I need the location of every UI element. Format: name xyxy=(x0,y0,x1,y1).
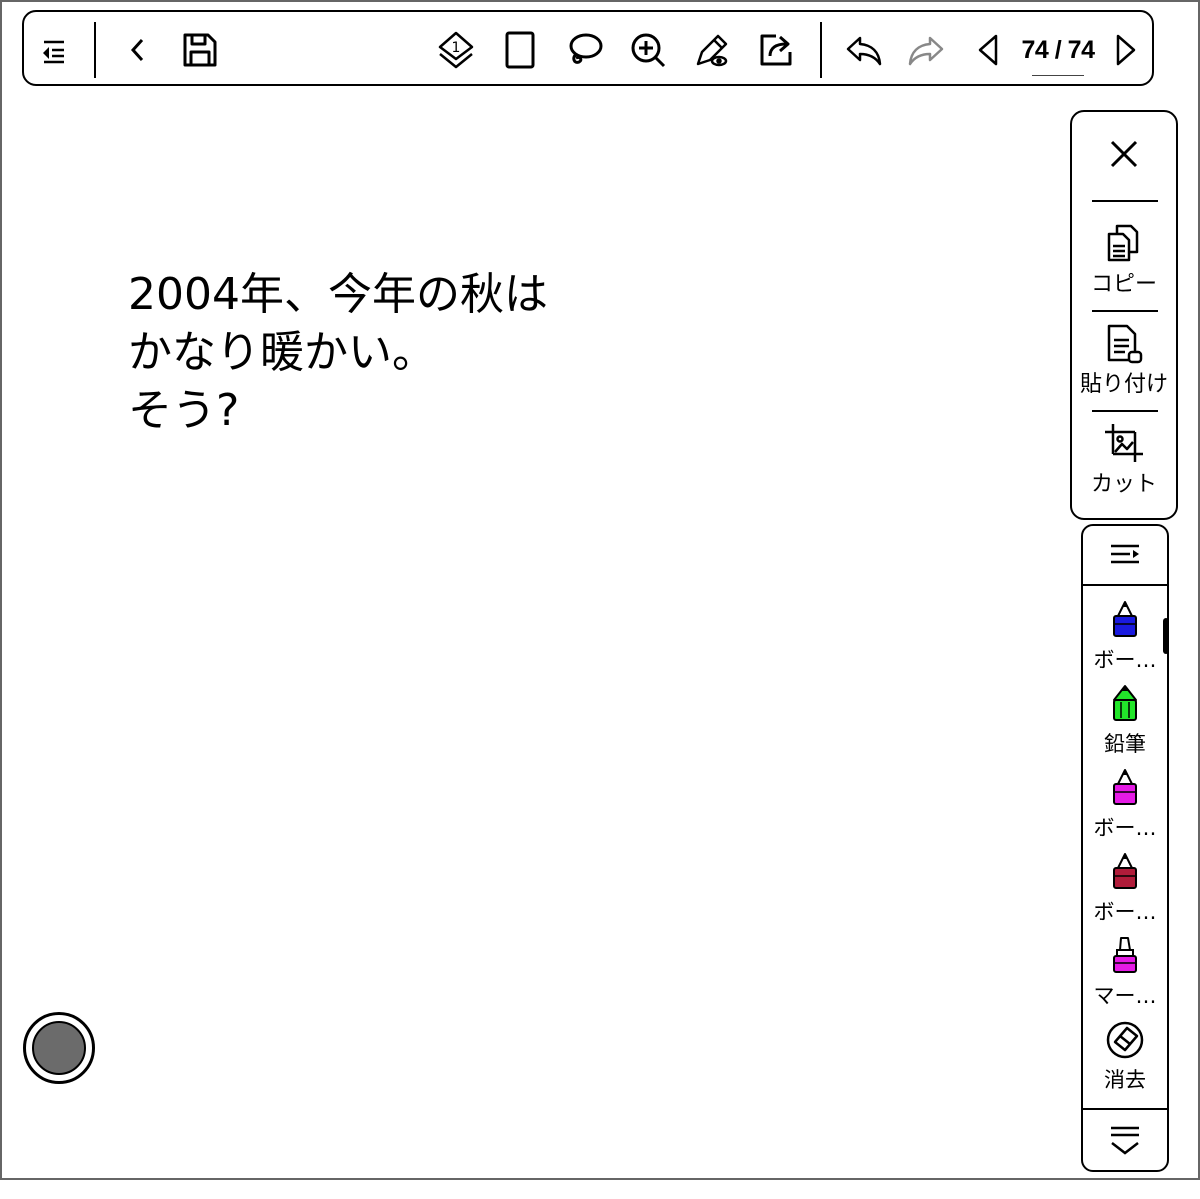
selection-menu: コピー 貼り付け カット xyxy=(1070,110,1178,520)
close-selection-button[interactable] xyxy=(1072,136,1176,172)
pencil-icon xyxy=(1113,685,1137,721)
copy-icon xyxy=(1107,224,1139,262)
copy-label: コピー xyxy=(1090,272,1157,297)
ballpoint-pen-icon xyxy=(1113,601,1137,637)
paste-button[interactable]: 貼り付け xyxy=(1072,322,1176,398)
crop-cut-icon xyxy=(1105,424,1143,462)
palette-scroll-indicator[interactable] xyxy=(1163,618,1169,654)
layers-icon[interactable]: 1 xyxy=(434,28,478,72)
note-line: そう? xyxy=(128,385,240,436)
note-line: かなり暖かい。 xyxy=(128,327,436,378)
palette-menu-icon xyxy=(1111,544,1139,564)
copy-button[interactable]: コピー xyxy=(1072,222,1176,298)
undo-icon[interactable] xyxy=(842,28,886,72)
tool-marker-magenta[interactable]: マー… xyxy=(1083,936,1167,1010)
eraser-icon xyxy=(1106,1021,1144,1059)
page-template-icon[interactable] xyxy=(498,28,542,72)
cut-label: カット xyxy=(1090,472,1157,497)
collapse-icon xyxy=(1111,1126,1139,1155)
tool-ballpoint-magenta[interactable]: ボー… xyxy=(1083,768,1167,842)
top-toolbar: 1 74 / 74 xyxy=(22,10,1154,86)
menu-divider xyxy=(1092,200,1158,202)
palette-divider xyxy=(1083,584,1167,586)
back-icon[interactable] xyxy=(116,28,160,72)
tool-ballpoint-red[interactable]: ボー… xyxy=(1083,852,1167,926)
next-page-icon[interactable] xyxy=(1104,28,1148,72)
close-icon xyxy=(1110,140,1138,168)
marker-icon xyxy=(1113,937,1137,973)
ballpoint-pen-icon xyxy=(1113,853,1137,889)
redo-icon[interactable] xyxy=(904,28,948,72)
palette-menu-button[interactable] xyxy=(1083,540,1167,570)
tool-label: ボー… xyxy=(1093,816,1157,840)
paste-icon xyxy=(1107,324,1143,364)
tool-palette: ボー… 鉛筆 ボー… ボー… マー… 消去 xyxy=(1081,524,1169,1172)
share-icon[interactable] xyxy=(754,28,798,72)
page-indicator[interactable]: 74 / 74 xyxy=(1020,32,1096,76)
zoom-in-icon[interactable] xyxy=(626,28,670,72)
page-indicator-text: 74 / 74 xyxy=(1021,36,1095,64)
note-canvas-text[interactable]: 2004年、今年の秋は かなり暖かい。 そう? xyxy=(128,266,548,440)
note-line: 2004年、今年の秋は xyxy=(128,269,548,320)
page-indicator-underline xyxy=(1032,75,1084,76)
tool-label: ボー… xyxy=(1093,648,1157,672)
tool-label: 消去 xyxy=(1104,1068,1146,1092)
palette-divider xyxy=(1083,1108,1167,1110)
toolbar-divider xyxy=(820,22,822,78)
pen-settings-icon[interactable] xyxy=(690,28,734,72)
menu-divider xyxy=(1092,410,1158,412)
tool-eraser[interactable]: 消去 xyxy=(1083,1020,1167,1094)
prev-page-icon[interactable] xyxy=(966,28,1010,72)
tool-label: ボー… xyxy=(1093,900,1157,924)
tool-pencil-green[interactable]: 鉛筆 xyxy=(1083,684,1167,758)
save-icon[interactable] xyxy=(178,28,222,72)
app-window xyxy=(0,0,1200,1180)
floating-shortcut-button[interactable] xyxy=(23,1012,95,1084)
floating-shortcut-icon xyxy=(32,1021,86,1075)
palette-collapse-button[interactable] xyxy=(1083,1122,1167,1158)
toc-icon[interactable] xyxy=(32,28,76,72)
layer-number: 1 xyxy=(452,40,461,56)
ballpoint-pen-icon xyxy=(1113,769,1137,805)
tool-ballpoint-blue[interactable]: ボー… xyxy=(1083,600,1167,674)
tool-label: マー… xyxy=(1093,984,1157,1008)
toolbar-divider xyxy=(94,22,96,78)
lasso-icon[interactable] xyxy=(562,28,606,72)
menu-divider xyxy=(1092,310,1158,312)
cut-button[interactable]: カット xyxy=(1072,422,1176,498)
paste-label: 貼り付け xyxy=(1079,372,1168,397)
tool-label: 鉛筆 xyxy=(1104,732,1146,756)
